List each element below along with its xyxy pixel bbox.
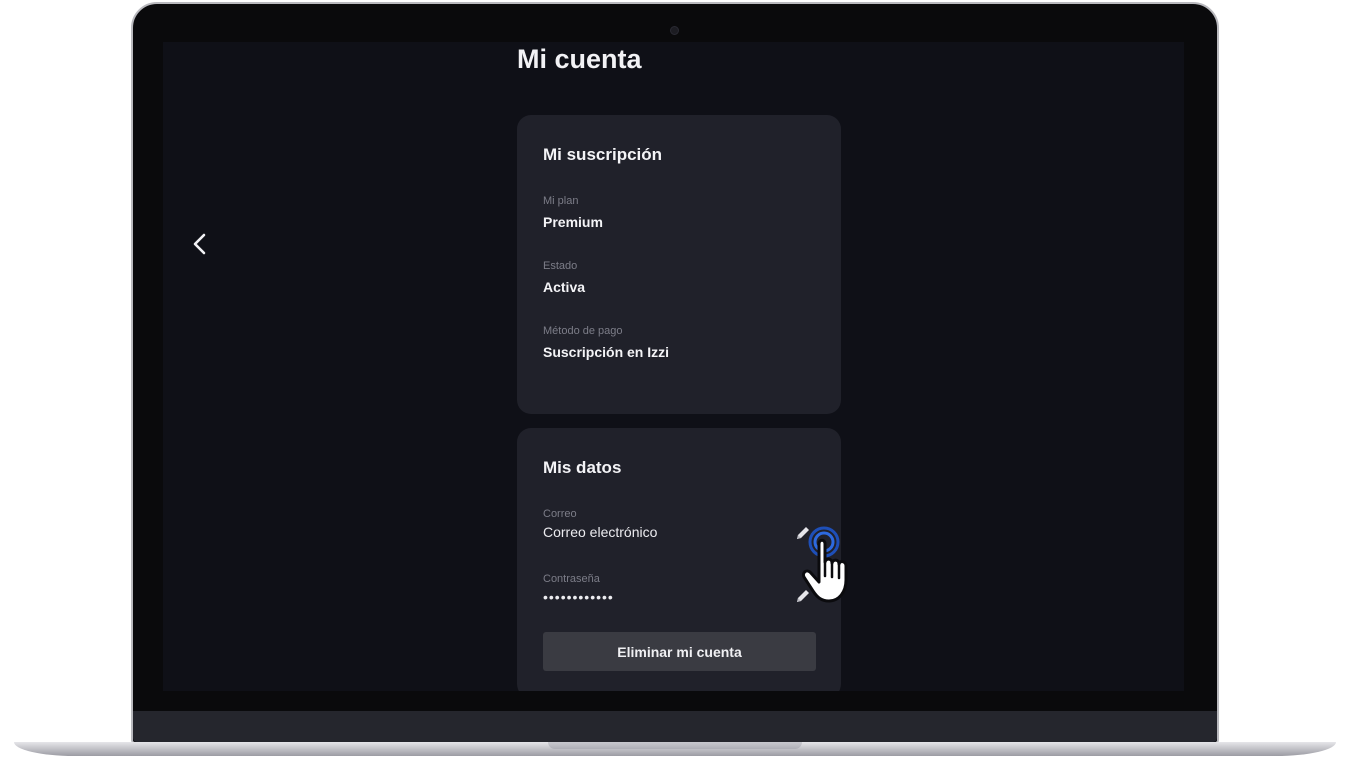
chevron-left-icon	[193, 233, 206, 255]
password-value: ••••••••••••	[543, 589, 614, 605]
plan-value: Premium	[543, 214, 603, 230]
camera-icon	[670, 26, 679, 35]
subscription-card: Mi suscripción Mi plan Premium Estado Ac…	[517, 115, 841, 414]
payment-method-value: Suscripción en Izzi	[543, 344, 670, 360]
plan-label: Mi plan	[543, 195, 579, 207]
subscription-title: Mi suscripción	[543, 145, 663, 164]
status-label: Estado	[543, 260, 578, 272]
delete-account-button[interactable]: Eliminar mi cuenta	[543, 632, 816, 671]
password-label: Contraseña	[543, 573, 600, 585]
my-data-title: Mis datos	[543, 458, 622, 477]
pointer-hand-icon	[793, 522, 863, 606]
email-value: Correo electrónico	[543, 524, 658, 540]
back-button[interactable]	[189, 230, 211, 258]
laptop-bezel	[133, 711, 1217, 742]
app-screen: Mi cuenta Mi suscripción Mi plan Premium…	[163, 42, 1184, 691]
status-value: Activa	[543, 279, 586, 295]
laptop-notch	[548, 742, 802, 749]
page-title: Mi cuenta	[517, 44, 642, 74]
payment-method-label: Método de pago	[543, 325, 623, 337]
email-label: Correo	[543, 508, 577, 520]
